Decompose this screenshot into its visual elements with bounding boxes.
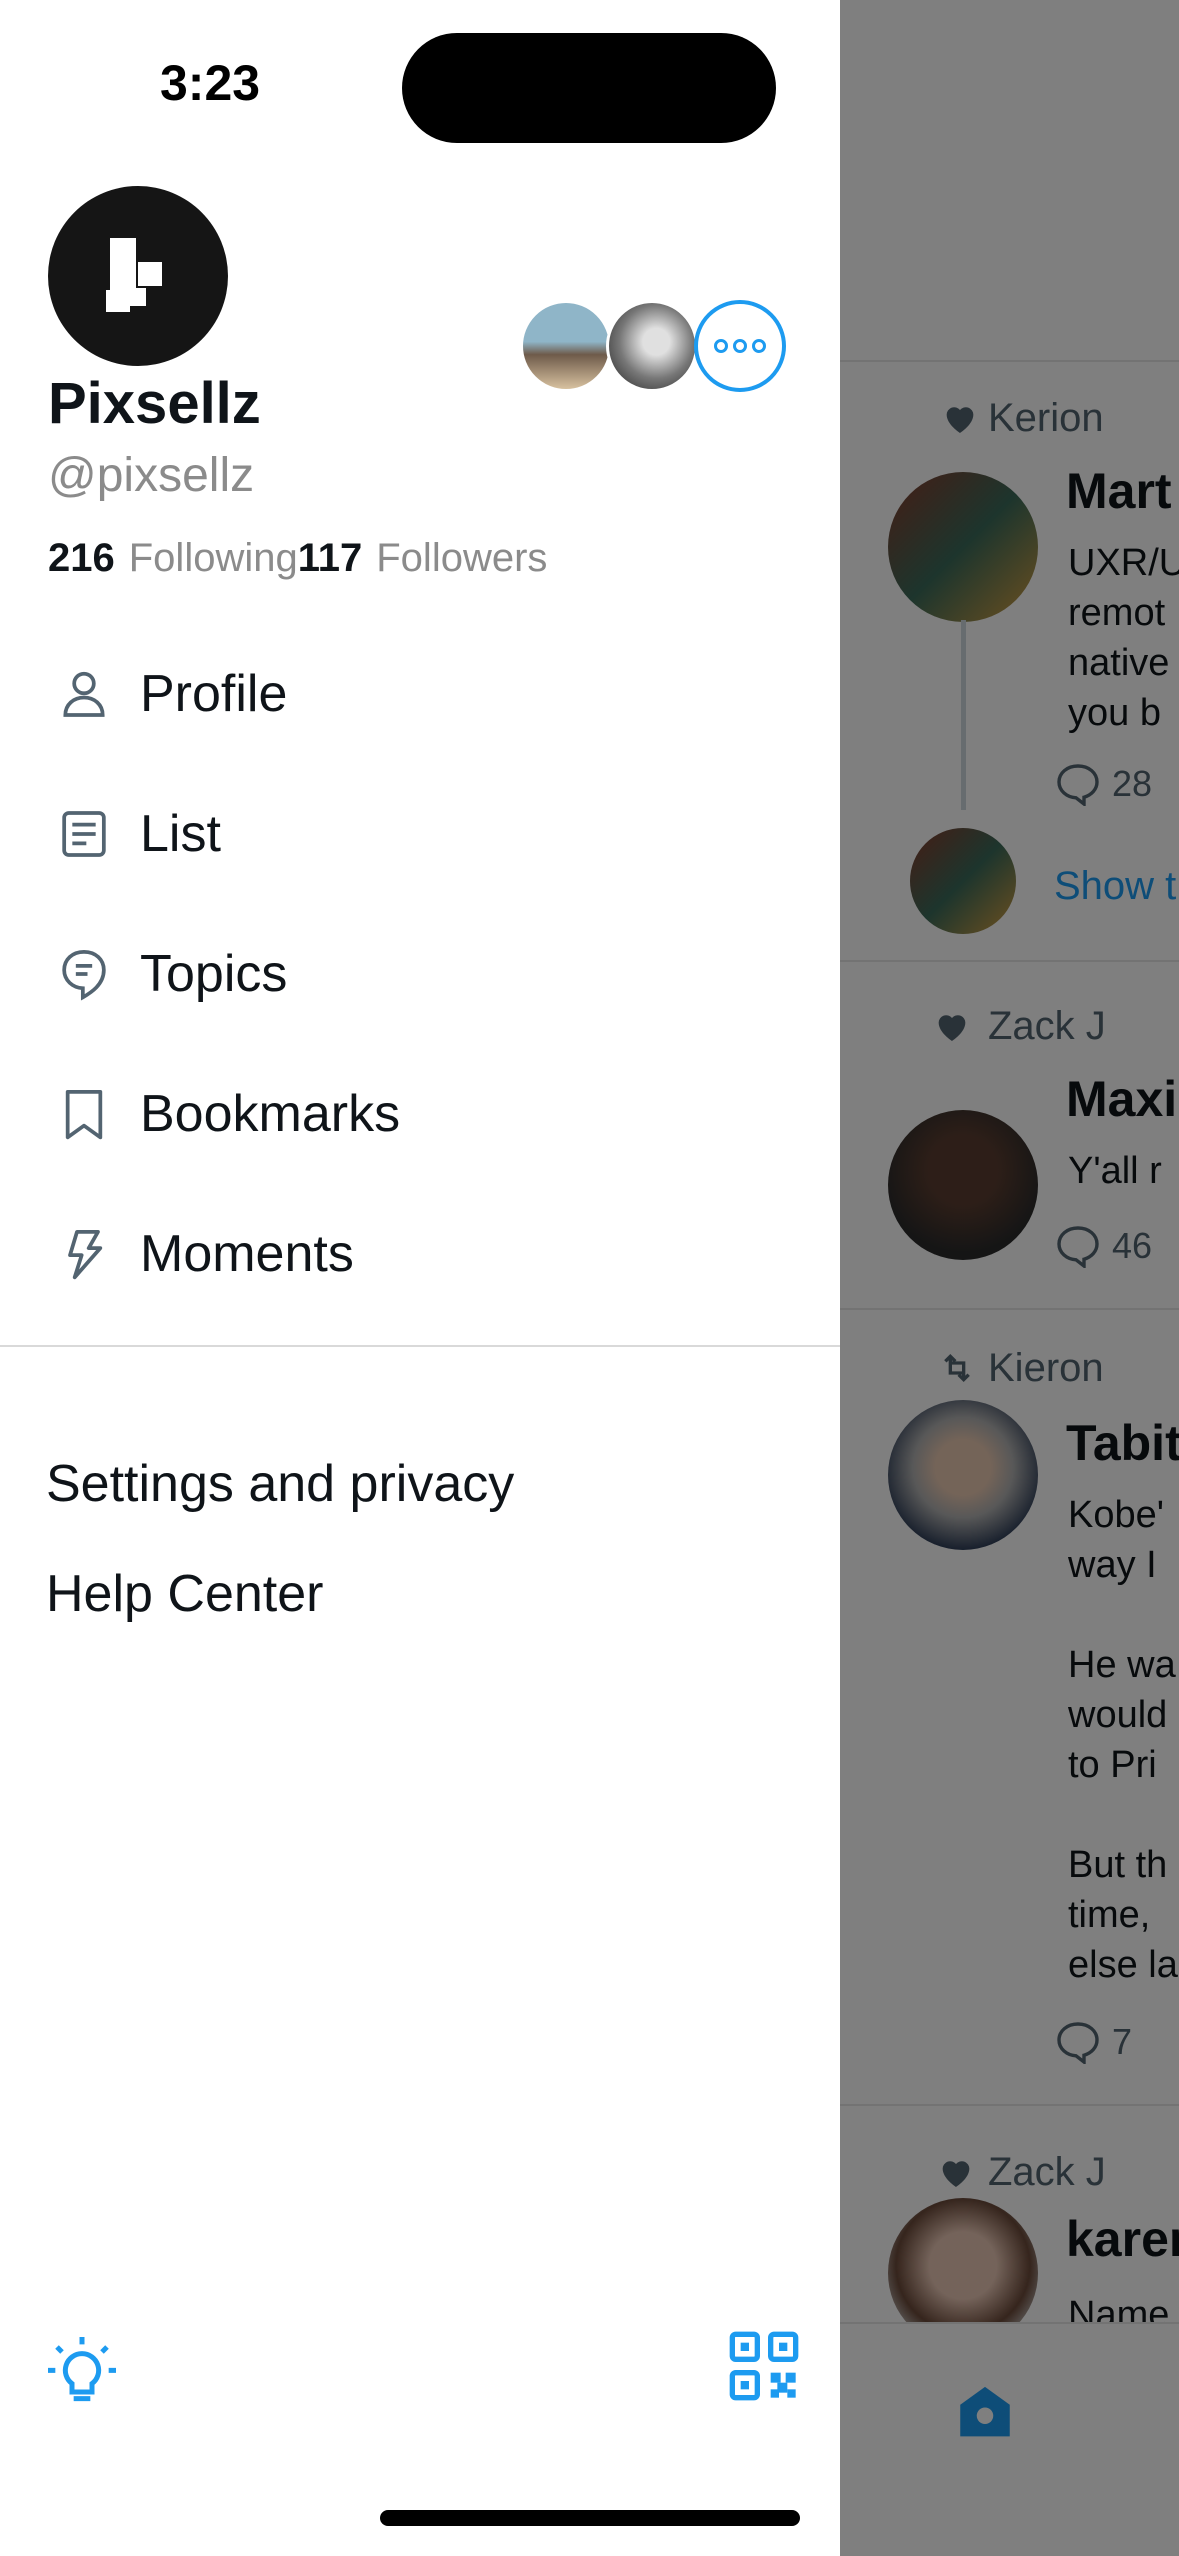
more-accounts-button[interactable] — [694, 300, 786, 392]
status-time: 3:23 — [160, 55, 261, 111]
home-indicator[interactable] — [380, 2510, 800, 2526]
settings-privacy-link[interactable]: Settings and privacy — [46, 1454, 514, 1514]
menu-item-label: List — [140, 805, 221, 863]
account-avatar[interactable] — [520, 300, 612, 392]
followers-count: 117 — [297, 536, 363, 580]
menu-item-list[interactable]: List — [0, 764, 840, 904]
pixsellz-logo-icon — [106, 238, 162, 312]
divider — [0, 1345, 840, 1347]
lightbulb-icon[interactable] — [42, 2332, 122, 2412]
menu-item-profile[interactable]: Profile — [0, 624, 840, 764]
topics-icon — [62, 949, 106, 1001]
menu-item-label: Topics — [140, 945, 288, 1003]
menu-item-moments[interactable]: Moments — [0, 1184, 840, 1324]
menu-item-label: Profile — [140, 665, 288, 723]
following-label: Following — [128, 536, 298, 580]
menu-item-topics[interactable]: Topics — [0, 904, 840, 1044]
profile-avatar[interactable] — [48, 186, 228, 366]
follow-stats: 216 Following 117 Followers — [48, 536, 547, 581]
following-count: 216 — [48, 536, 115, 580]
help-center-link[interactable]: Help Center — [46, 1564, 323, 1624]
side-drawer: 3:23 Pixsellz @pixsellz 216 Following 11… — [0, 0, 840, 2556]
followers-link[interactable]: 117 Followers — [298, 536, 548, 581]
account-avatar[interactable] — [606, 300, 698, 392]
menu-item-label: Bookmarks — [140, 1085, 401, 1143]
following-link[interactable]: 216 Following — [48, 536, 298, 581]
followers-label: Followers — [376, 536, 548, 580]
dynamic-island — [402, 33, 776, 143]
account-switcher — [520, 300, 786, 392]
menu-item-label: Moments — [140, 1225, 354, 1283]
user-handle: @pixsellz — [48, 449, 255, 502]
menu-item-bookmarks[interactable]: Bookmarks — [0, 1044, 840, 1184]
lightning-icon — [68, 1229, 103, 1280]
display-name[interactable]: Pixsellz — [48, 370, 261, 437]
qr-code-icon[interactable] — [724, 2326, 804, 2406]
person-icon — [63, 671, 105, 717]
bookmark-icon — [65, 1089, 103, 1140]
list-icon — [62, 811, 106, 857]
